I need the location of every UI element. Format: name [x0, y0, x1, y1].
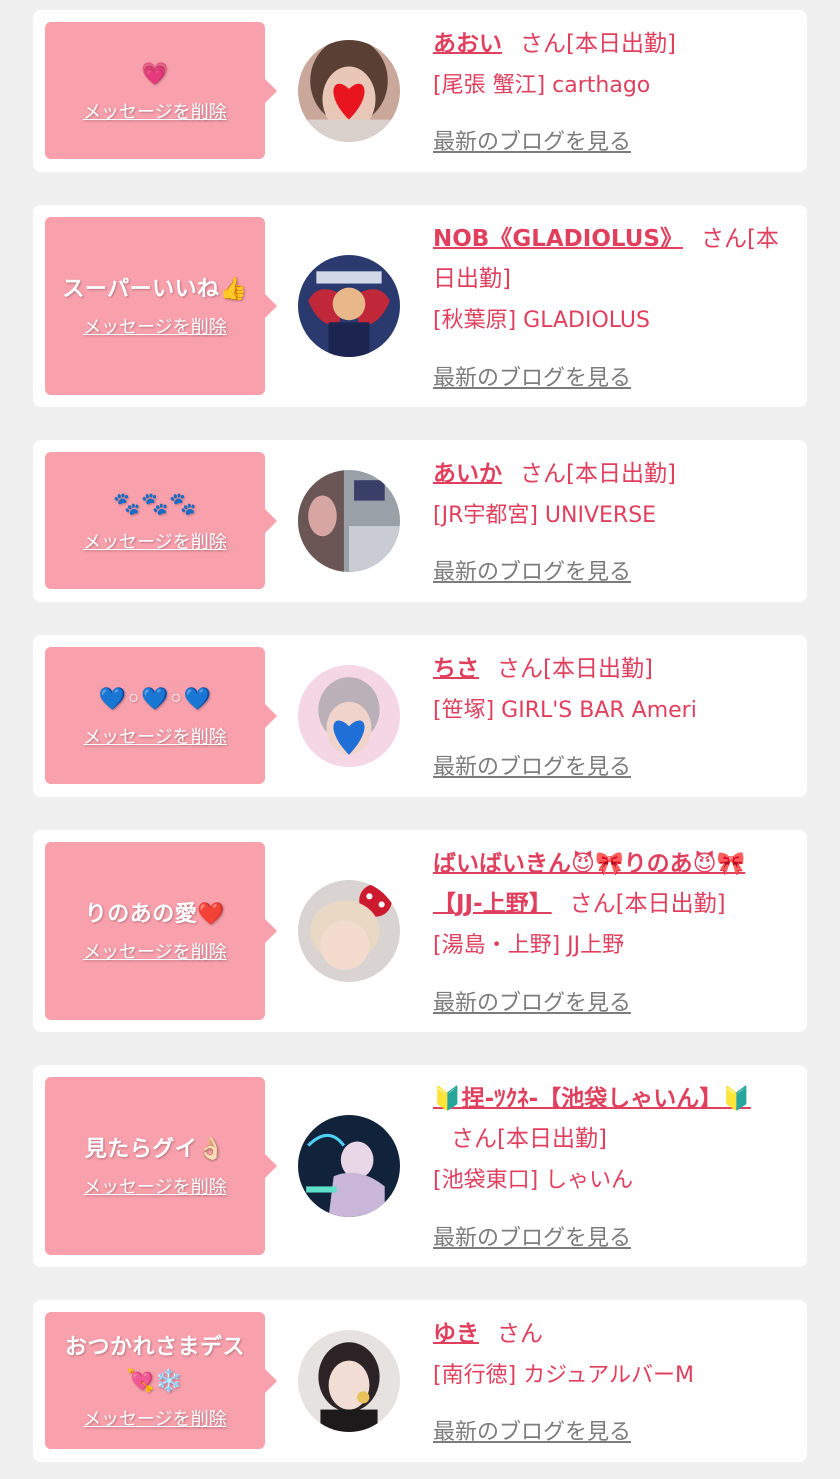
avatar-red-wings-cartoon[interactable]: [298, 255, 400, 357]
message-text: スーパーいいね👍: [62, 277, 248, 302]
name-line: ゆき さん: [433, 1314, 791, 1354]
entry-info: ちさ さん[本日出勤] [笹塚] GIRL'S BAR Ameri: [433, 649, 791, 733]
message-card: 見たらグイ👌🏻 メッセージを削除 🔰捏-ﾂｸﾈ-【池袋しゃいん】🔰 さん[本日出勤…: [33, 1065, 807, 1267]
avatar-image: [298, 255, 400, 357]
attendance-status: さん[本日出勤]: [520, 461, 676, 487]
attendance-status: さん: [497, 1321, 543, 1347]
avatar-heart-sticker[interactable]: [298, 40, 400, 142]
avatar-image: [298, 880, 400, 982]
attendance-status: さん[本日出勤]: [520, 31, 676, 57]
cast-name-link[interactable]: あおい: [433, 31, 502, 57]
latest-blog-link[interactable]: 最新のブログを見る: [433, 1220, 631, 1252]
message-text: 💗: [141, 61, 169, 87]
message-box: おつかれさまデス💘❄️ メッセージを削除: [45, 1312, 277, 1449]
avatar-minnie-ears-photo[interactable]: [298, 880, 400, 982]
message-card: おつかれさまデス💘❄️ メッセージを削除 ゆき さん [南行徳] カジュアルバーM…: [33, 1300, 807, 1462]
message-card: りのあの愛❤️ メッセージを削除 ばいばいきん😈🎀りのあ😈🎀【JJ-上野】 さん[…: [33, 830, 807, 1032]
avatar-image: [298, 1330, 400, 1432]
name-line: NOB《GLADIOLUS》 さん[本日出勤]: [433, 219, 791, 299]
message-box: スーパーいいね👍 メッセージを削除: [45, 217, 277, 395]
message-card: 🐾🐾🐾 メッセージを削除 あいか さん[本日出勤] [JR宇都宮] UNIVERS…: [33, 440, 807, 602]
delete-message-link[interactable]: メッセージを削除: [83, 1405, 227, 1431]
avatar-image: [298, 40, 400, 142]
delete-message-link[interactable]: メッセージを削除: [83, 98, 227, 124]
avatar-image: [298, 1115, 400, 1217]
entry-info: ばいばいきん😈🎀りのあ😈🎀【JJ-上野】 さん[本日出勤] [湯島・上野] JJ上…: [433, 844, 791, 968]
shop-info: [池袋東口] しゃいん: [433, 1168, 634, 1193]
shop-info: [笹塚] GIRL'S BAR Ameri: [433, 698, 697, 723]
message-box: 💙◦💙◦💙 メッセージを削除: [45, 647, 277, 784]
message-box: 💗 メッセージを削除: [45, 22, 277, 159]
shop-info: [南行徳] カジュアルバーM: [433, 1363, 694, 1388]
message-box: りのあの愛❤️ メッセージを削除: [45, 842, 277, 1020]
avatar-room-photo[interactable]: [298, 470, 400, 572]
shop-info: [湯島・上野] JJ上野: [433, 933, 625, 958]
entry-info: あいか さん[本日出勤] [JR宇都宮] UNIVERSE: [433, 454, 791, 538]
shop-info: [JR宇都宮] UNIVERSE: [433, 503, 657, 528]
delete-message-link[interactable]: メッセージを削除: [83, 528, 227, 554]
message-list: 💗 メッセージを削除 あおい さん[本日出勤] [尾張 蟹江] carthago …: [0, 0, 840, 1479]
entry-info: 🔰捏-ﾂｸﾈ-【池袋しゃいん】🔰 さん[本日出勤] [池袋東口] しゃいん: [433, 1079, 791, 1203]
avatar-selfie-photo[interactable]: [298, 1330, 400, 1432]
avatar-neon-photo[interactable]: [298, 1115, 400, 1217]
message-box: 🐾🐾🐾 メッセージを削除: [45, 452, 277, 589]
cast-name-link[interactable]: NOB《GLADIOLUS》: [433, 226, 683, 252]
avatar-blue-heart-sticker[interactable]: [298, 665, 400, 767]
avatar-image: [298, 470, 400, 572]
shop-info: [尾張 蟹江] carthago: [433, 73, 651, 98]
name-line: ちさ さん[本日出勤]: [433, 649, 791, 689]
name-line: あいか さん[本日出勤]: [433, 454, 791, 494]
name-line: 🔰捏-ﾂｸﾈ-【池袋しゃいん】🔰 さん[本日出勤]: [433, 1079, 791, 1159]
latest-blog-link[interactable]: 最新のブログを見る: [433, 360, 631, 392]
message-text: 見たらグイ👌🏻: [84, 1137, 226, 1162]
entry-info: ゆき さん [南行徳] カジュアルバーM: [433, 1314, 791, 1398]
cast-name-link[interactable]: 🔰捏-ﾂｸﾈ-【池袋しゃいん】🔰: [433, 1086, 751, 1112]
attendance-status: さん[本日出勤]: [451, 1126, 607, 1152]
avatar-image: [298, 665, 400, 767]
latest-blog-link[interactable]: 最新のブログを見る: [433, 124, 631, 156]
cast-name-link[interactable]: ちさ: [433, 656, 479, 682]
cast-name-link[interactable]: あいか: [433, 461, 502, 487]
latest-blog-link[interactable]: 最新のブログを見る: [433, 554, 631, 586]
message-text: 🐾🐾🐾: [113, 491, 197, 517]
message-text: 💙◦💙◦💙: [98, 686, 212, 712]
latest-blog-link[interactable]: 最新のブログを見る: [433, 1414, 631, 1446]
message-text: おつかれさまデス💘❄️: [64, 1334, 245, 1394]
cast-name-link[interactable]: ゆき: [433, 1321, 479, 1347]
latest-blog-link[interactable]: 最新のブログを見る: [433, 749, 631, 781]
latest-blog-link[interactable]: 最新のブログを見る: [433, 985, 631, 1017]
message-text: りのあの愛❤️: [84, 902, 226, 927]
delete-message-link[interactable]: メッセージを削除: [83, 1173, 227, 1199]
name-line: あおい さん[本日出勤]: [433, 24, 791, 64]
delete-message-link[interactable]: メッセージを削除: [83, 723, 227, 749]
shop-info: [秋葉原] GLADIOLUS: [433, 308, 650, 333]
attendance-status: さん[本日出勤]: [569, 891, 726, 917]
entry-info: NOB《GLADIOLUS》 さん[本日出勤] [秋葉原] GLADIOLUS: [433, 219, 791, 343]
entry-info: あおい さん[本日出勤] [尾張 蟹江] carthago: [433, 24, 791, 108]
name-line: ばいばいきん😈🎀りのあ😈🎀【JJ-上野】 さん[本日出勤]: [433, 844, 791, 924]
message-card: 💗 メッセージを削除 あおい さん[本日出勤] [尾張 蟹江] carthago …: [33, 10, 807, 172]
message-card: スーパーいいね👍 メッセージを削除 NOB《GLADIOLUS》 さん[本日出勤]…: [33, 205, 807, 407]
delete-message-link[interactable]: メッセージを削除: [83, 313, 227, 339]
attendance-status: さん[本日出勤]: [497, 656, 653, 682]
message-box: 見たらグイ👌🏻 メッセージを削除: [45, 1077, 277, 1255]
message-card: 💙◦💙◦💙 メッセージを削除 ちさ さん[本日出勤] [笹塚] GIRL'S BA…: [33, 635, 807, 797]
delete-message-link[interactable]: メッセージを削除: [83, 938, 227, 964]
